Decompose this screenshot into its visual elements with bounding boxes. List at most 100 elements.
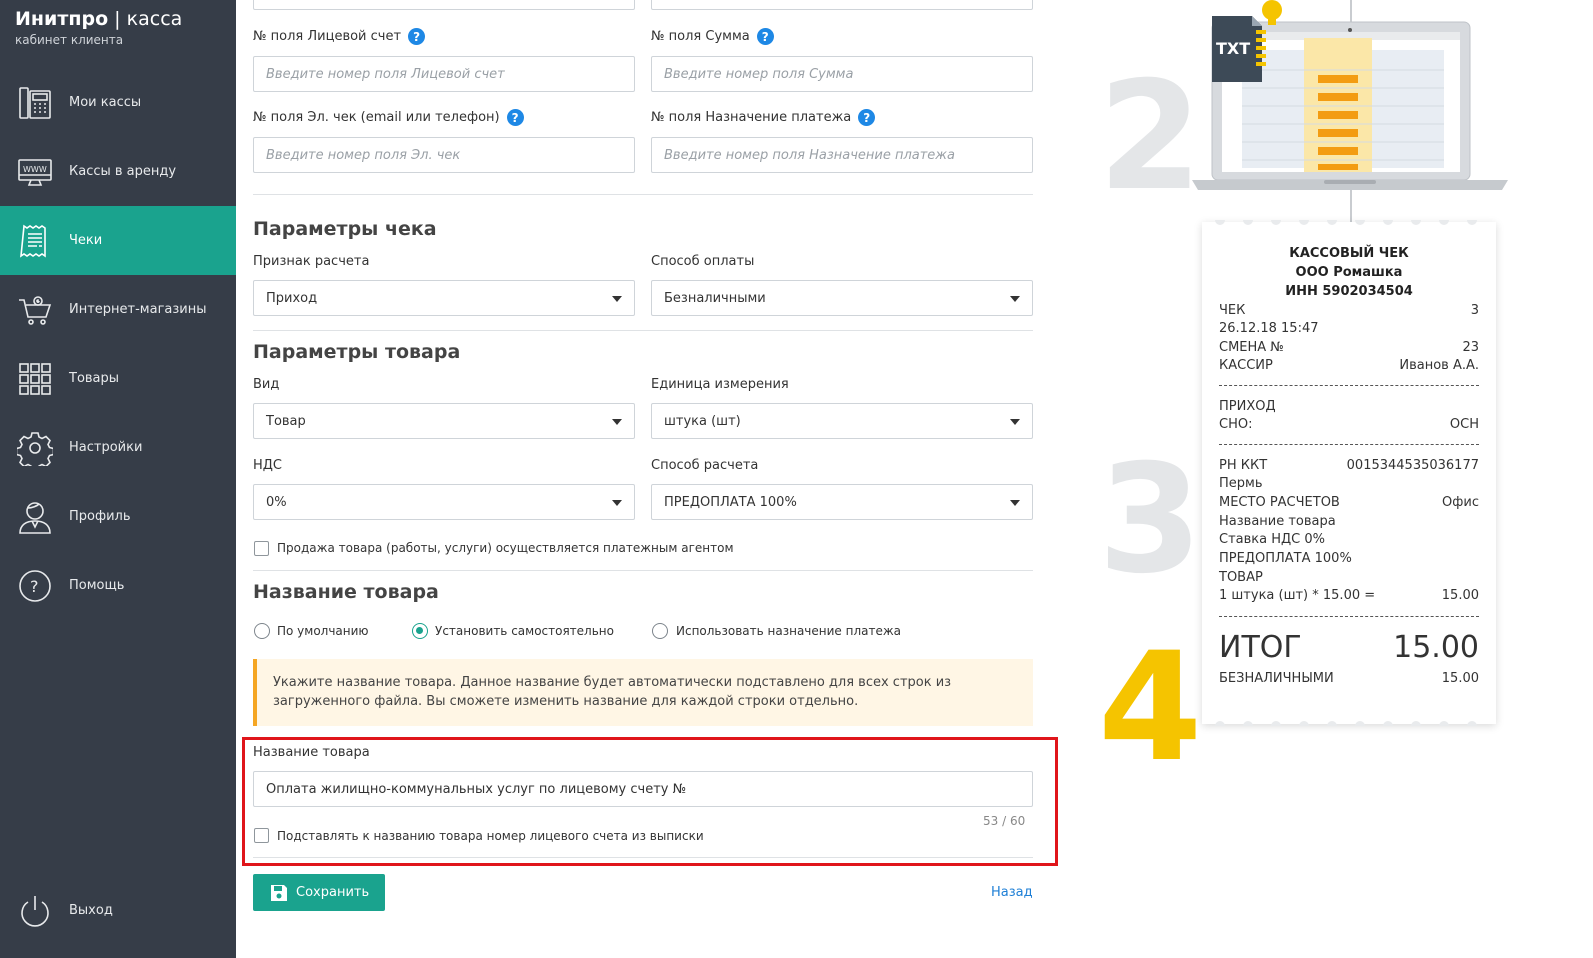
kind-select[interactable]: Товар [253,403,635,439]
note-line-1: Укажите название товара. Данное название… [273,675,952,690]
divider [253,570,1033,571]
payment-method-value: Безналичными [664,290,766,306]
receipt-separator [1219,616,1479,617]
receipt-edge-top [1215,220,1477,225]
receipt-row: 1 штука (шт) * 15.00 = 15.00 [1219,588,1479,603]
append-account-checkbox[interactable] [254,828,269,843]
receipt-icon [15,221,55,261]
sidebar-item-products[interactable]: Товары [0,344,236,413]
back-link[interactable]: Назад [991,885,1033,900]
help-icon[interactable]: ? [858,109,876,126]
receipt-key: МЕСТО РАСЧЕТОВ [1219,495,1340,510]
receipt-key: РН ККТ [1219,458,1268,473]
calc-method-select[interactable]: ПРЕДОПЛАТА 100% [651,484,1033,520]
unit-value: штука (шт) [664,413,741,429]
radio-custom[interactable] [412,623,428,639]
sidebar-item-help[interactable]: ? Помощь [0,551,236,620]
sidebar-item-settings[interactable]: Настройки [0,413,236,482]
receipt-key: ЧЕК [1219,303,1246,318]
sidebar-item-label: Помощь [69,578,125,593]
receipt-key: ПРЕДОПЛАТА 100% [1219,551,1352,566]
calc-sign-label: Признак расчета [253,254,370,269]
logo[interactable]: Инитпро | касса кабинет клиента [15,8,182,47]
receipt-key: Название товара [1219,514,1336,529]
calc-method-label: Способ расчета [651,458,759,473]
purpose-label-text: № поля Назначение платежа [651,110,852,125]
receipt-value: 0015344535036177 [1346,458,1479,473]
sidebar: Инитпро | касса кабинет клиента Мои касс… [0,0,236,958]
top-input-left[interactable] [253,0,635,10]
floppy-icon [270,884,288,902]
purpose-field-input[interactable] [651,137,1033,173]
radio-purpose[interactable] [652,623,668,639]
chevron-down-icon [1010,296,1020,302]
receipt-row: МЕСТО РАСЧЕТОВ Офис [1219,495,1479,510]
agent-checkbox-label: Продажа товара (работы, услуги) осуществ… [277,541,734,555]
logo-subtitle: кабинет клиента [15,33,124,47]
radio-default[interactable] [254,623,270,639]
receipt-title-3: ИНН 5902034504 [1285,284,1413,299]
logout-button[interactable]: Выход [0,876,236,945]
shopping-cart-icon [15,290,55,330]
chevron-down-icon [612,419,622,425]
receipt-value: 15.00 [1441,671,1479,686]
receipt-row: Пермь [1219,476,1479,491]
register-icon [15,83,55,123]
sum-field-label: № поля Сумма? [651,28,774,45]
calc-sign-select[interactable]: Приход [253,280,635,316]
receipt-preview: КАССОВЫЙ ЧЕК ООО Ромашка ИНН 5902034504 … [1202,220,1496,726]
logout-label: Выход [69,903,113,918]
sidebar-item-receipts[interactable]: Чеки [0,206,236,275]
www-monitor-icon: WWW [15,152,55,192]
help-icon[interactable]: ? [756,28,774,45]
product-name-field-label: Название товара [253,745,370,760]
gear-icon [15,428,55,468]
receipt-key: ТОВАР [1219,570,1263,585]
divider [253,857,1033,858]
receipt-row: ПРЕДОПЛАТА 100% [1219,551,1479,566]
sidebar-item-profile[interactable]: Профиль [0,482,236,551]
help-icon[interactable]: ? [408,28,426,45]
svg-text:WWW: WWW [23,165,47,174]
save-button[interactable]: Сохранить [253,874,385,911]
receipt-total-row: ИТОГ 15.00 [1219,630,1479,665]
sidebar-item-rent-registers[interactable]: WWW Кассы в аренду [0,137,236,206]
vat-select[interactable]: 0% [253,484,635,520]
unit-select[interactable]: штука (шт) [651,403,1033,439]
echeck-label-text: № поля Эл. чек (email или телефон) [253,110,500,125]
svg-text:?: ? [30,577,39,596]
echeck-field-input[interactable] [253,137,635,173]
receipt-row: Ставка НДС 0% [1219,532,1479,547]
receipt-value: Офис [1442,495,1479,510]
top-input-right[interactable] [651,0,1033,10]
step-number-4: 4 [1098,621,1203,795]
account-field-input[interactable] [253,56,635,92]
sidebar-item-my-registers[interactable]: Мои кассы [0,68,236,137]
note-line-2: загруженного файла. Вы сможете изменить … [273,694,859,709]
receipt-edge-bottom [1215,721,1477,726]
payment-method-select[interactable]: Безналичными [651,280,1033,316]
agent-checkbox[interactable] [254,541,269,556]
radio-default-label: По умолчанию [277,624,369,638]
receipt-key: 26.12.18 15:47 [1219,321,1319,336]
payment-method-label: Способ оплаты [651,254,755,269]
info-note: Укажите название товара. Данное название… [253,659,1033,726]
receipt-key: СНО: [1219,417,1253,432]
sidebar-item-web-stores[interactable]: Интернет-магазины [0,275,236,344]
receipt-row: Название товара [1219,514,1479,529]
user-icon [15,497,55,537]
divider [253,330,1033,331]
receipt-key: КАССИР [1219,358,1273,373]
help-icon[interactable]: ? [506,109,524,126]
radio-custom-label: Установить самостоятельно [435,624,614,638]
account-field-label: № поля Лицевой счет? [253,28,426,45]
product-name-input[interactable]: Оплата жилищно-коммунальных услуг по лиц… [253,771,1033,807]
sidebar-item-label: Профиль [69,509,131,524]
receipt-total-value: 15.00 [1393,630,1479,665]
receipt-title-1: КАССОВЫЙ ЧЕК [1289,246,1409,261]
echeck-field-label: № поля Эл. чек (email или телефон)? [253,109,524,126]
receipt-key: 1 штука (шт) * 15.00 = [1219,588,1376,603]
sidebar-item-label: Кассы в аренду [69,164,177,179]
logo-product: касса [126,8,183,30]
sum-field-input[interactable] [651,56,1033,92]
